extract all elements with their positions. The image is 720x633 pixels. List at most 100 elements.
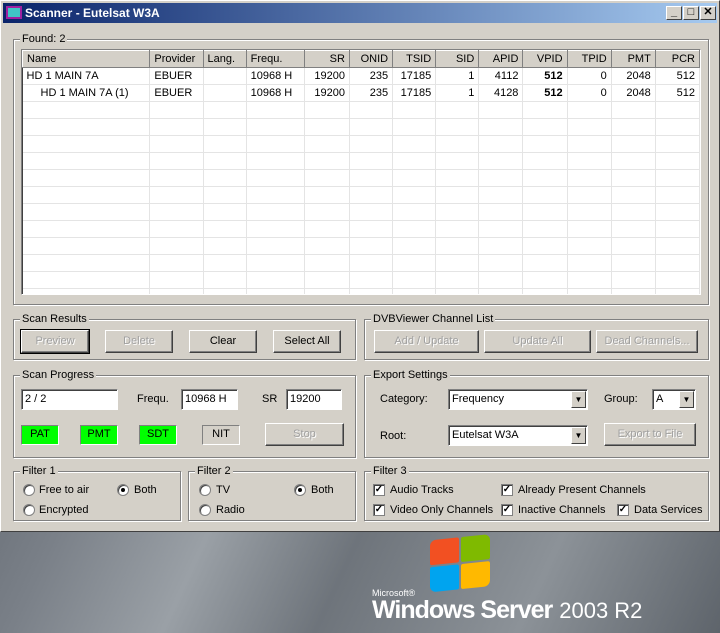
already-present-label[interactable]: Already Present Channels <box>518 484 646 496</box>
cell-tsid: 17185 <box>392 84 437 102</box>
cell-name: HD 1 MAIN 7A <box>22 67 151 85</box>
group-label: Group: <box>604 393 638 405</box>
pat-indicator: PAT <box>21 425 59 445</box>
preview-button[interactable]: Preview <box>20 329 90 354</box>
product-version: 2003 R2 <box>559 598 643 623</box>
close-button[interactable]: ✕ <box>700 6 716 20</box>
col-tsid[interactable]: TSID <box>392 50 437 68</box>
col-frequ[interactable]: Frequ. <box>245 50 305 68</box>
filter2-both-label[interactable]: Both <box>311 484 334 496</box>
col-lang[interactable]: Lang. <box>202 50 247 68</box>
pmt-indicator: PMT <box>80 425 118 445</box>
already-present-checkbox[interactable]: ✓ <box>501 484 513 496</box>
clear-button[interactable]: Clear <box>189 330 257 353</box>
table-header: Name Provider Lang. Frequ. SR ONID TSID … <box>22 50 700 68</box>
table-row[interactable]: HD 1 MAIN 7A (1) EBUER 10968 H 19200 235… <box>22 84 700 102</box>
col-onid[interactable]: ONID <box>348 50 394 68</box>
select-all-button[interactable]: Select All <box>273 330 341 353</box>
delete-button[interactable]: Delete <box>105 330 173 353</box>
dead-channels-button[interactable]: Dead Channels... <box>596 330 698 353</box>
group-value: A <box>656 393 664 405</box>
encrypted-label[interactable]: Encrypted <box>39 504 89 516</box>
cell-name: HD 1 MAIN 7A (1) <box>22 84 151 102</box>
inactive-channels-checkbox[interactable]: ✓ <box>501 504 513 516</box>
maximize-button[interactable]: □ <box>683 6 699 20</box>
product-name: Windows Server <box>372 596 553 624</box>
video-only-label[interactable]: Video Only Channels <box>390 504 493 516</box>
tv-radio[interactable] <box>199 484 211 496</box>
nit-indicator: NIT <box>202 425 240 445</box>
video-only-checkbox[interactable]: ✓ <box>373 504 385 516</box>
stop-button[interactable]: Stop <box>265 423 344 446</box>
channel-table[interactable]: Name Provider Lang. Frequ. SR ONID TSID … <box>21 49 701 295</box>
cell-frequ: 10968 H <box>246 67 305 85</box>
root-select[interactable]: Eutelsat W3A ▼ <box>448 425 588 446</box>
data-services-checkbox[interactable]: ✓ <box>617 504 629 516</box>
free-to-air-radio[interactable] <box>23 484 35 496</box>
category-label: Category: <box>380 393 428 405</box>
inactive-channels-label[interactable]: Inactive Channels <box>518 504 605 516</box>
group-select[interactable]: A ▼ <box>652 389 696 410</box>
radio-label[interactable]: Radio <box>216 504 245 516</box>
windows-server-logo: Windows Server 2003 R2 <box>372 596 642 625</box>
category-select[interactable]: Frequency ▼ <box>448 389 588 410</box>
cell-pmt: 2048 <box>611 84 656 102</box>
filter2-group: Filter 2 TV Both Radio <box>188 465 356 521</box>
col-pcr[interactable]: PCR <box>654 50 700 68</box>
col-sid[interactable]: SID <box>435 50 480 68</box>
tv-label[interactable]: TV <box>216 484 230 496</box>
root-label: Root: <box>380 430 407 442</box>
table-row[interactable]: HD 1 MAIN 7A EBUER 10968 H 19200 235 171… <box>22 67 700 85</box>
category-value: Frequency <box>452 393 504 405</box>
cell-vpid: 512 <box>522 84 568 102</box>
progress-field: 2 / 2 <box>21 389 118 410</box>
audio-tracks-checkbox[interactable]: ✓ <box>373 484 385 496</box>
export-to-file-button[interactable]: Export to File <box>604 423 696 446</box>
col-apid[interactable]: APID <box>478 50 524 68</box>
frequ-label: Frequ. <box>137 393 169 405</box>
chevron-down-icon: ▼ <box>571 391 586 408</box>
export-settings-label: Export Settings <box>371 369 450 381</box>
filter1-group: Filter 1 Free to air Both Encrypted <box>13 465 181 521</box>
col-provider[interactable]: Provider <box>149 50 204 68</box>
cell-pcr: 512 <box>655 84 700 102</box>
window-title: Scanner - Eutelsat W3A <box>25 6 160 20</box>
col-sr[interactable]: SR <box>303 50 350 68</box>
audio-tracks-label[interactable]: Audio Tracks <box>390 484 454 496</box>
update-all-button[interactable]: Update All <box>484 330 591 353</box>
cell-tpid: 0 <box>567 84 612 102</box>
cell-lang <box>203 84 247 102</box>
cell-apid: 4112 <box>478 67 524 85</box>
filter1-both-radio[interactable] <box>117 484 129 496</box>
cell-apid: 4128 <box>478 84 524 102</box>
col-name[interactable]: Name <box>22 50 151 68</box>
filter1-both-label[interactable]: Both <box>134 484 157 496</box>
encrypted-radio[interactable] <box>23 504 35 516</box>
free-to-air-label[interactable]: Free to air <box>39 484 89 496</box>
sdt-indicator: SDT <box>139 425 177 445</box>
title-bar[interactable]: Scanner - Eutelsat W3A _ □ ✕ <box>3 3 717 23</box>
cell-tsid: 17185 <box>392 67 437 85</box>
cell-sr: 19200 <box>304 67 350 85</box>
sr-label: SR <box>262 393 278 405</box>
cell-sid: 1 <box>435 84 480 102</box>
scanner-window: Scanner - Eutelsat W3A _ □ ✕ Found: 2 Na… <box>0 0 720 532</box>
col-pmt[interactable]: PMT <box>610 50 656 68</box>
filter3-label: Filter 3 <box>371 465 409 477</box>
cell-vpid: 512 <box>522 67 568 85</box>
scan-progress-group: Scan Progress 2 / 2 Frequ. 10968 H SR 19… <box>13 369 356 458</box>
minimize-button[interactable]: _ <box>666 6 682 20</box>
cell-lang <box>203 67 247 85</box>
col-tpid[interactable]: TPID <box>566 50 612 68</box>
chevron-down-icon: ▼ <box>571 427 586 444</box>
col-vpid[interactable]: VPID <box>522 50 568 68</box>
radio-radio[interactable] <box>199 504 211 516</box>
cell-tpid: 0 <box>567 67 612 85</box>
cell-provider: EBUER <box>149 67 204 85</box>
export-settings-group: Export Settings Category: Frequency ▼ Gro… <box>364 369 709 458</box>
filter2-both-radio[interactable] <box>294 484 306 496</box>
data-services-label[interactable]: Data Services <box>634 504 702 516</box>
dvbviewer-group: DVBViewer Channel List Add / Update Upda… <box>364 313 709 360</box>
add-update-button[interactable]: Add / Update <box>374 330 479 353</box>
filter2-label: Filter 2 <box>195 465 233 477</box>
